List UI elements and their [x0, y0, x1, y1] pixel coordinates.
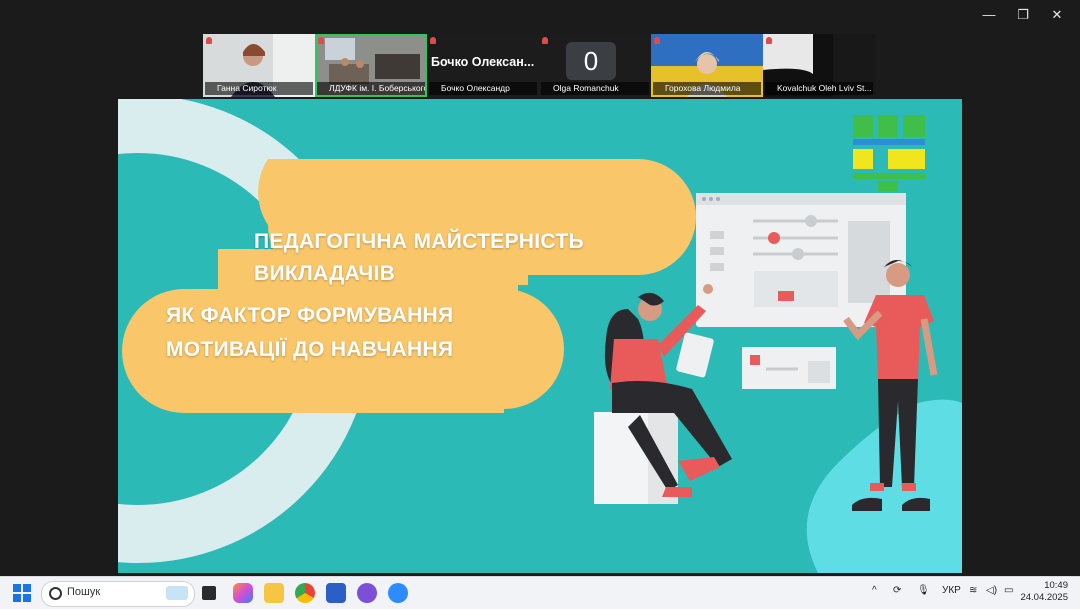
word-icon[interactable] — [326, 583, 346, 603]
battery-icon[interactable]: ▭ — [1004, 585, 1013, 596]
taskbar-search[interactable]: Пошук — [41, 581, 195, 607]
chevron-up-icon[interactable]: ^ — [872, 585, 877, 596]
window-controls: — ❐ ✕ — [972, 4, 1074, 26]
slide-title-line1: ПЕДАГОГІЧНА МАЙСТЕРНІСТЬ — [254, 230, 584, 253]
shared-slide: ПЕДАГОГІЧНА МАЙСТЕРНІСТЬ ВИКЛАДАЧІВ ЯК Ф… — [118, 99, 962, 573]
mic-muted-icon — [766, 37, 772, 44]
sync-icon[interactable]: ⟳ — [893, 585, 901, 596]
participant-name: Бочко Олександр — [429, 82, 537, 95]
card-illustration — [742, 347, 836, 389]
language-indicator[interactable]: УКР — [942, 585, 961, 596]
chrome-icon[interactable] — [295, 583, 315, 603]
viber-icon[interactable] — [357, 583, 377, 603]
close-button[interactable]: ✕ — [1040, 4, 1074, 26]
search-icon — [49, 587, 62, 600]
participant-name: Ганна Сиротюк — [205, 82, 313, 95]
slide-title-line2: ВИКЛАДАЧІВ — [254, 262, 396, 285]
mic-muted-icon — [318, 37, 324, 44]
clock-date: 24.04.2025 — [1020, 592, 1068, 603]
minimize-button[interactable]: — — [972, 4, 1006, 26]
task-view-icon[interactable] — [202, 586, 216, 600]
slide-title-line3: ЯК ФАКТОР ФОРМУВАННЯ — [166, 304, 454, 327]
file-explorer-icon[interactable] — [264, 583, 284, 603]
clock-time: 10:49 — [1044, 580, 1068, 591]
participant-name: Горохова Людмила — [653, 82, 761, 95]
windows-start-icon[interactable] — [13, 584, 31, 602]
participant-tile[interactable]: 0 Olga Romanchuk — [539, 34, 651, 97]
mic-muted-icon — [206, 37, 212, 44]
participant-name: Olga Romanchuk — [541, 82, 649, 95]
copilot-icon[interactable] — [233, 583, 253, 603]
mic-muted-icon — [542, 37, 548, 44]
volume-icon[interactable]: ◁) — [986, 585, 997, 596]
participant-tile[interactable]: Kovalchuk Oleh Lviv St... — [763, 34, 875, 97]
zoom-icon[interactable] — [388, 583, 408, 603]
system-clock[interactable]: 10:49 24.04.2025 — [1020, 580, 1068, 604]
logo-icon — [853, 115, 925, 191]
participant-name: ЛДУФК ім. І. Боберського... — [317, 82, 425, 95]
participant-tile[interactable]: Горохова Людмила — [651, 34, 763, 97]
participant-tile[interactable]: Ганна Сиротюк — [203, 34, 315, 97]
participant-tile-active[interactable]: ЛДУФК ім. І. Боберського... — [315, 34, 427, 97]
participant-display-name: Бочко Олексан... — [431, 55, 535, 69]
taskbar: Пошук ^ ⟳ 🎙 УКР ≋ ◁) ▭ 10:49 24.04.2025 — [0, 576, 1080, 609]
mic-muted-icon — [654, 37, 660, 44]
participant-strip: Ганна Сиротюк ЛДУФК ім. І. Боберського..… — [203, 34, 875, 97]
restore-button[interactable]: ❐ — [1006, 4, 1040, 26]
slide-title-line4: МОТИВАЦІЇ ДО НАВЧАННЯ — [166, 338, 454, 361]
participant-avatar: 0 — [566, 42, 616, 80]
mic-muted-icon — [430, 37, 436, 44]
search-placeholder: Пошук — [67, 586, 101, 598]
microphone-icon[interactable]: 🎙 — [917, 585, 930, 596]
participant-name: Kovalchuk Oleh Lviv St... — [765, 82, 873, 95]
wifi-icon[interactable]: ≋ — [969, 585, 977, 596]
search-highlight-icon — [166, 586, 188, 600]
participant-tile[interactable]: Бочко Олексан... Бочко Олександр — [427, 34, 539, 97]
